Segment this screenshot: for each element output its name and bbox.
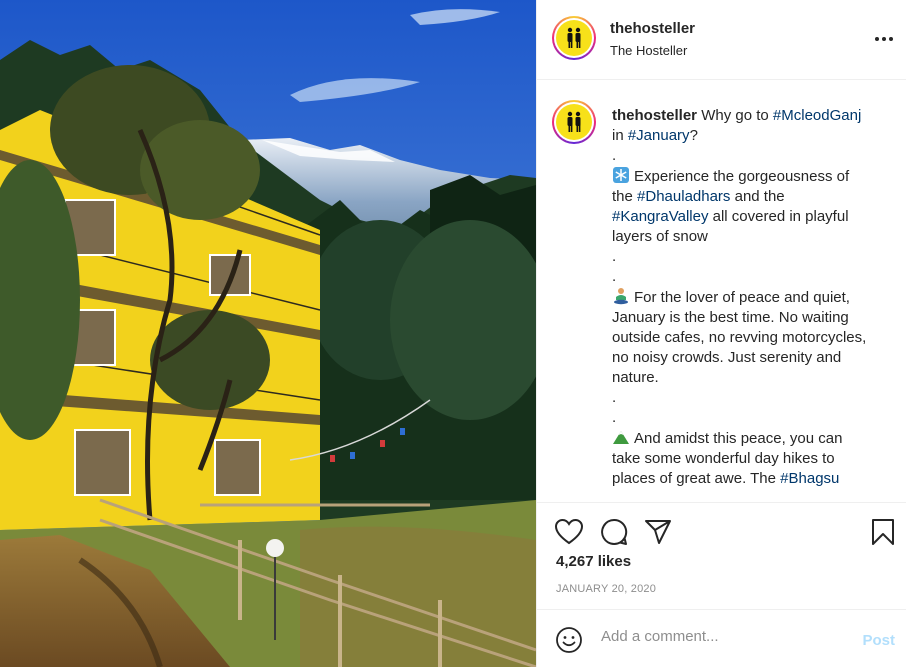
post-comment-button[interactable]: Post bbox=[862, 632, 895, 649]
caption-p2-a: For the lover of peace and quiet, bbox=[634, 289, 850, 306]
caption-dot: . bbox=[612, 268, 617, 285]
caption-text: thehosteller Why go to #McleodGanj in #J… bbox=[612, 106, 894, 489]
person-meditating-icon bbox=[614, 288, 628, 305]
comment-bar: Post bbox=[537, 609, 906, 667]
caption-username[interactable]: thehosteller bbox=[612, 107, 697, 124]
caption-p2-d: no noisy crowds. Just serenity and bbox=[612, 349, 842, 366]
bookmark-icon[interactable] bbox=[868, 517, 898, 547]
more-horizontal-icon[interactable] bbox=[873, 28, 895, 50]
caption-p3-c: places of great awe. The bbox=[612, 470, 781, 487]
comment-icon[interactable] bbox=[599, 517, 629, 547]
header-full-name: The Hosteller bbox=[610, 43, 688, 58]
caption-area: thehosteller Why go to #McleodGanj in #J… bbox=[537, 81, 906, 501]
caption-p2-e: nature. bbox=[612, 369, 659, 386]
snowflake-icon bbox=[613, 167, 629, 183]
avatar[interactable] bbox=[552, 16, 596, 60]
caption-p1-a: Experience the gorgeousness of bbox=[634, 168, 850, 185]
caption-p2-c: outside cafes, no revving motorcycles, bbox=[612, 329, 867, 346]
hashtag-kangravalley[interactable]: #KangraValley bbox=[612, 208, 708, 225]
hashtag-january[interactable]: #January bbox=[628, 127, 690, 144]
caption-p2-b: January is the best time. No waiting bbox=[612, 309, 849, 326]
post-photo[interactable] bbox=[0, 0, 536, 667]
hashtag-dhauladhars[interactable]: #Dhauladhars bbox=[637, 188, 730, 205]
caption-dot: . bbox=[612, 389, 617, 406]
heart-icon[interactable] bbox=[554, 517, 584, 547]
caption-in: in bbox=[612, 127, 628, 144]
like-count[interactable]: 4,267 likes bbox=[556, 553, 631, 570]
hosteller-logo-icon bbox=[567, 111, 581, 132]
caption-p3-b: take some wonderful day hikes to bbox=[612, 450, 835, 467]
mountain-icon bbox=[613, 431, 629, 444]
post-date[interactable]: JANUARY 20, 2020 bbox=[556, 583, 656, 595]
caption-question-mark: ? bbox=[689, 127, 698, 144]
hashtag-mcleodganj[interactable]: #McleodGanj bbox=[773, 107, 861, 124]
smiley-icon[interactable] bbox=[555, 626, 583, 654]
hosteller-logo-icon bbox=[567, 27, 581, 48]
comment-input[interactable] bbox=[601, 628, 841, 645]
caption-dot: . bbox=[612, 409, 617, 426]
post-header: thehosteller The Hosteller bbox=[537, 0, 906, 80]
caption-p3-a: And amidst this peace, you can bbox=[634, 430, 843, 447]
post-side-panel: thehosteller The Hosteller thehosteller … bbox=[536, 0, 906, 667]
caption-dot: . bbox=[612, 147, 617, 164]
hashtag-bhagsu[interactable]: #Bhagsu bbox=[780, 470, 839, 487]
header-username[interactable]: thehosteller bbox=[610, 20, 695, 37]
caption-p1-b: the bbox=[612, 188, 638, 205]
caption-p1-d: all covered in playful bbox=[708, 208, 849, 225]
caption-dot: . bbox=[612, 248, 617, 265]
caption-p1-c: and the bbox=[730, 188, 785, 205]
caption-avatar[interactable] bbox=[552, 100, 596, 144]
caption-intro: Why go to bbox=[701, 107, 773, 124]
hostel-photo-illustration bbox=[0, 0, 536, 667]
paper-plane-icon[interactable] bbox=[643, 517, 673, 547]
caption-p1-e: layers of snow bbox=[612, 228, 708, 245]
